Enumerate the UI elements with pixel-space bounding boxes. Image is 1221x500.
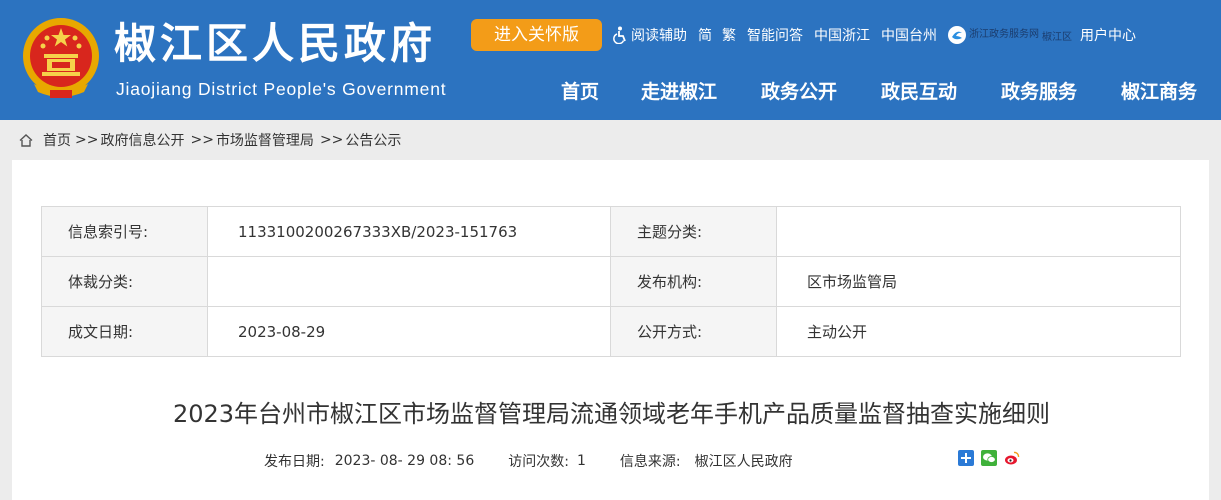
table-row: 成文日期: 2023-08-29 公开方式: 主动公开 [41,306,1181,357]
table-row: 信息索引号: 113310020026733​3XB/2023-151763 主… [41,206,1181,257]
publisher-label: 发布机构: [610,256,777,307]
genre-category-value [207,256,611,307]
nav-gov-services[interactable]: 政务服务 [1001,78,1077,106]
nav-about-jiaojiang[interactable]: 走进椒江 [641,78,717,106]
weibo-icon[interactable] [1004,450,1020,466]
nav-jiaojiang-commerce[interactable]: 椒江商务 [1121,78,1197,106]
zj-gov-service-icon [948,26,966,44]
utility-bar: 阅读辅助 简 繁 智能问答 中国浙江 中国台州 浙江政务服务网 椒江区 用户中心 [612,24,1147,46]
site-header: 椒江区人民政府 Jiaojiang District People's Gove… [0,0,1221,120]
info-source-label: 信息来源: [619,454,681,470]
breadcrumb: 首页 >> 政府信息公开 >> 市场监督管理局 >> 公告公示 [0,121,1221,159]
breadcrumb-separator: >> [190,132,214,148]
zj-gov-service-logo[interactable]: 浙江政务服务网 椒江区 [948,26,1072,44]
breadcrumb-announcements[interactable]: 公告公示 [345,130,401,150]
written-date-label: 成文日期: [41,306,208,357]
zj-gov-service-region: 椒江区 [1042,31,1072,43]
care-version-button[interactable]: 进入关怀版 [471,19,602,51]
nav-home[interactable]: 首页 [561,78,599,106]
breadcrumb-separator: >> [75,132,99,148]
traditional-chinese-link[interactable]: 繁 [722,25,736,45]
table-row: 体裁分类: 发布机构: 区市场监管局 [41,256,1181,307]
content-card: 信息索引号: 113310020026733​3XB/2023-151763 主… [12,160,1209,500]
reading-assist-link[interactable]: 阅读辅助 [631,25,687,45]
home-icon [19,133,33,147]
index-number-value: 113310020026733​3XB/2023-151763 [207,206,611,257]
breadcrumb-home[interactable]: 首页 [43,130,71,150]
disclosure-method-label: 公开方式: [610,306,777,357]
visit-count-label: 访问次数: [508,454,569,470]
article-title: 2023年台州市椒江区市场监督管理局流通领域老年手机产品质量监督抽查实施细则 [172,400,1051,428]
publish-date-label: 发布日期: [264,454,325,470]
nav-gov-affairs-open[interactable]: 政务公开 [761,78,837,106]
genre-category-label: 体裁分类: [41,256,208,307]
share-plus-icon[interactable] [958,450,974,466]
zj-gov-service-text: 浙江政务服务网 [969,29,1039,40]
publisher-value: 区市场监管局 [776,256,1181,307]
site-title: 椒江区人民政府 [114,19,437,68]
article-meta: 发布日期: 2023- 08- 29 08: 56 访问次数: 1 信息来源: … [264,451,793,471]
info-meta-table: 信息索引号: 113310020026733​3XB/2023-151763 主… [41,206,1181,357]
index-number-label: 信息索引号: [41,206,208,257]
china-taizhou-link[interactable]: 中国台州 [881,25,937,45]
wechat-icon[interactable] [981,450,997,466]
topic-category-value [776,206,1181,257]
share-bar [958,450,1027,466]
simplified-chinese-link[interactable]: 简 [698,25,712,45]
visit-count-value: 1 [576,453,586,469]
breadcrumb-market-supervision[interactable]: 市场监督管理局 [216,130,314,150]
user-center-link[interactable]: 用户中心 [1080,25,1136,45]
topic-category-label: 主题分类: [610,206,777,257]
accessibility-icon[interactable] [612,26,628,44]
breadcrumb-gov-info-open[interactable]: 政府信息公开 [100,130,184,150]
nav-gov-citizen-interaction[interactable]: 政民互动 [881,78,957,106]
info-source-value: 椒江区人民政府 [694,454,793,470]
disclosure-method-value: 主动公开 [776,306,1181,357]
smart-qa-link[interactable]: 智能问答 [747,25,803,45]
main-nav: 首页 走进椒江 政务公开 政民互动 政务服务 椒江商务 [0,78,1221,106]
breadcrumb-separator: >> [319,132,344,148]
publish-date-value: 2023- 08- 29 08: 56 [334,453,475,469]
written-date-value: 2023-08-29 [207,306,611,357]
china-zhejiang-link[interactable]: 中国浙江 [814,25,870,45]
